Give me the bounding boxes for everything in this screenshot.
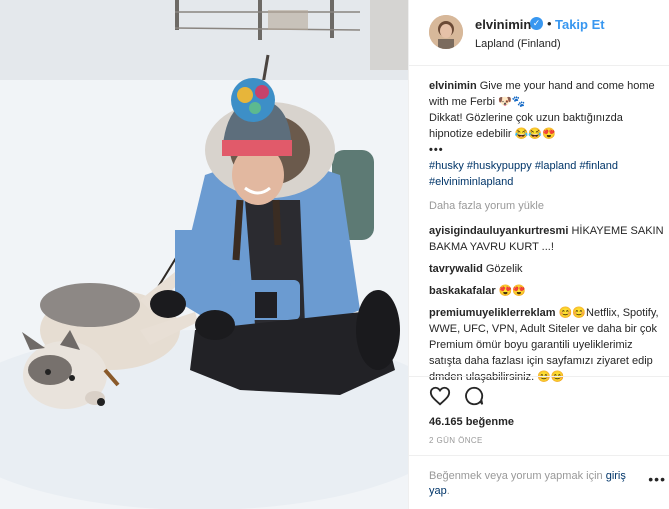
comment-text: Gözelik bbox=[485, 263, 523, 275]
caption: elvinimin Give me your hand and come hom… bbox=[429, 78, 665, 190]
hashtag-link[interactable]: #lapland bbox=[535, 160, 577, 172]
load-more-comments-button[interactable]: Daha fazla yorum yükle bbox=[429, 198, 665, 214]
hashtag-link[interactable]: #elviniminlapland bbox=[429, 176, 513, 188]
comment-username[interactable]: baskakafalar bbox=[429, 285, 496, 297]
follow-button[interactable]: Takip Et bbox=[555, 17, 605, 32]
comment-item: ayisigindauluyankurtresmi HİKAYEME SAKIN… bbox=[429, 223, 665, 255]
login-prompt: Beğenmek veya yorum yapmak için giriş ya… bbox=[429, 469, 649, 499]
more-dots[interactable]: ••• bbox=[429, 144, 444, 156]
caption-username[interactable]: elvinimin bbox=[429, 80, 477, 92]
hashtag-link[interactable]: #huskypuppy bbox=[467, 160, 532, 172]
comment-item: tavrywalid Gözelik bbox=[429, 261, 665, 277]
post-header: elvinimin ✓ • Takip Et Lapland (Finland) bbox=[409, 0, 669, 66]
separator-dot: • bbox=[547, 16, 552, 31]
hashtag-link[interactable]: #finland bbox=[579, 160, 618, 172]
comment-bubble-icon[interactable] bbox=[463, 385, 485, 407]
verified-badge-icon: ✓ bbox=[530, 17, 543, 30]
login-prompt-text: Beğenmek veya yorum yapmak için bbox=[429, 470, 603, 482]
comments-section: elvinimin Give me your hand and come hom… bbox=[429, 78, 665, 391]
more-options-icon[interactable]: ••• bbox=[648, 471, 666, 487]
location-link[interactable]: Lapland (Finland) bbox=[475, 38, 561, 50]
comment-username[interactable]: tavrywalid bbox=[429, 263, 483, 275]
login-prompt-period: . bbox=[446, 485, 450, 497]
comment-login-footer: Beğenmek veya yorum yapmak için giriş ya… bbox=[409, 455, 669, 509]
comment-username[interactable]: ayisigindauluyankurtresmi bbox=[429, 225, 568, 237]
post-photo[interactable] bbox=[0, 0, 408, 509]
comment-item: premiumuyeliklerreklam 😊😊Netflix, Spotif… bbox=[429, 305, 665, 385]
comment-item: baskakafalar 😍😍 bbox=[429, 283, 665, 299]
comment-username[interactable]: premiumuyeliklerreklam bbox=[429, 307, 556, 319]
caption-line2: Dikkat! Gözlerine çok uzun baktığınızda … bbox=[429, 112, 623, 140]
heart-icon[interactable] bbox=[429, 385, 451, 407]
snow-scene-image bbox=[0, 0, 408, 509]
avatar[interactable] bbox=[429, 15, 463, 49]
post-sidebar: elvinimin ✓ • Takip Et Lapland (Finland)… bbox=[408, 0, 669, 509]
comment-text: 😍😍 bbox=[498, 285, 527, 297]
hashtag-link[interactable]: #husky bbox=[429, 160, 464, 172]
likes-count[interactable]: 46.165 beğenme bbox=[429, 416, 514, 428]
post-username[interactable]: elvinimin bbox=[475, 17, 531, 32]
post-timestamp[interactable]: 2 GÜN ÖNCE bbox=[429, 436, 483, 445]
actions-divider bbox=[409, 376, 669, 377]
